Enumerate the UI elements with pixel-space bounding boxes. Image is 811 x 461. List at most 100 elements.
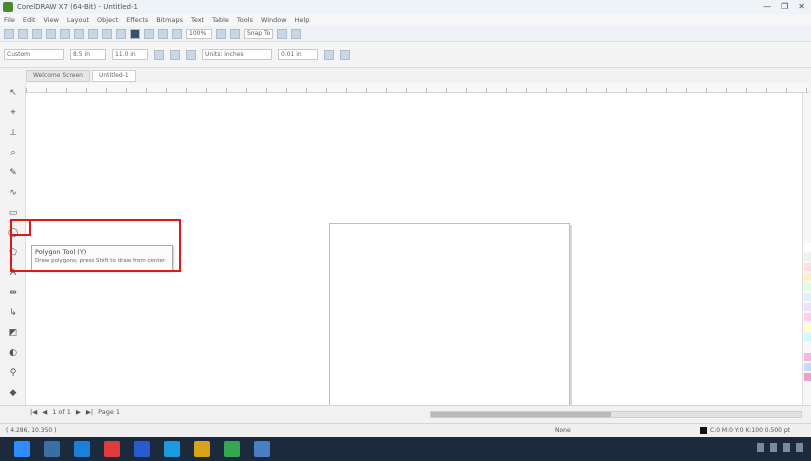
treat-as-filled-icon[interactable] [340,49,350,60]
document-tabs: Welcome Screen Untitled-1 [26,70,136,82]
menu-window[interactable]: Window [261,16,287,24]
rulers-icon[interactable] [230,28,240,39]
color-swatch[interactable] [804,253,811,261]
options-icon[interactable] [277,28,288,39]
color-swatch[interactable] [804,273,811,281]
freehand-tool-icon[interactable]: ✎ [7,167,19,179]
nudge-distance-field[interactable]: 0.01 in [278,49,318,60]
save-icon[interactable] [32,28,42,39]
crop-tool-icon[interactable]: ⟂ [7,127,19,139]
portrait-icon[interactable] [154,49,164,60]
menu-bar: File Edit View Layout Object Effects Bit… [0,14,811,26]
menu-table[interactable]: Table [212,16,229,24]
menu-tools[interactable]: Tools [237,16,253,24]
connector-tool-icon[interactable]: ↳ [7,307,19,319]
new-document-icon[interactable] [4,28,14,39]
page-tab[interactable]: Page 1 [98,408,120,416]
units-select[interactable]: Units: inches [202,49,272,60]
eyedropper-tool-icon[interactable]: ⚲ [7,367,19,379]
horizontal-ruler[interactable] [26,83,809,93]
interactive-fill-tool-icon[interactable]: ◆ [7,387,19,399]
all-pages-icon[interactable] [186,49,196,60]
snap-to-select[interactable]: Snap To [244,28,274,39]
menu-object[interactable]: Object [97,16,118,24]
tab-welcome-screen[interactable]: Welcome Screen [26,70,90,82]
paste-icon[interactable] [88,28,98,39]
menu-layout[interactable]: Layout [67,16,89,24]
zoom-tool-icon[interactable]: ⌕ [7,147,19,159]
parallel-dimension-tool-icon[interactable]: ⇹ [7,287,19,299]
export-icon[interactable] [158,28,168,39]
prev-page-button[interactable]: ◀ [42,408,47,416]
full-screen-icon[interactable] [216,28,226,39]
first-page-button[interactable]: |◀ [30,408,37,416]
launch-icon[interactable] [291,28,302,39]
menu-file[interactable]: File [4,16,15,24]
color-swatch[interactable] [804,363,811,371]
cut-icon[interactable] [60,28,70,39]
menu-text[interactable]: Text [191,16,204,24]
system-tray [757,443,803,452]
page-height-field[interactable]: 11.0 in [112,49,148,60]
scrollbar-thumb[interactable] [431,412,611,417]
volume-icon[interactable] [783,443,790,452]
start-icon[interactable] [14,441,30,457]
open-icon[interactable] [18,28,28,39]
ellipse-tool-icon[interactable]: ◯ [7,227,19,239]
color-swatch[interactable] [804,323,811,331]
horizontal-scrollbar[interactable] [430,411,802,418]
network-icon[interactable] [770,443,777,452]
color-swatch[interactable] [804,353,811,361]
tab-untitled-1[interactable]: Untitled-1 [91,70,136,82]
menu-effects[interactable]: Effects [126,16,148,24]
duplicate-distance-icon[interactable] [324,49,334,60]
polygon-tool-icon[interactable]: ⬠ [7,247,19,259]
drop-shadow-tool-icon[interactable]: ◩ [7,327,19,339]
color-swatch[interactable] [804,373,811,381]
color-swatch[interactable] [804,313,811,321]
tray-icon[interactable] [757,443,764,452]
app-icon-blue[interactable] [254,441,270,457]
import-icon[interactable] [144,28,154,39]
search-content-icon[interactable] [130,28,140,39]
last-page-button[interactable]: ▶| [86,408,93,416]
app-icon-red[interactable] [104,441,120,457]
zoom-level-select[interactable]: 100% [186,28,212,39]
browser-icon[interactable] [164,441,180,457]
battery-icon[interactable] [796,443,803,452]
color-swatch[interactable] [804,293,811,301]
color-swatch[interactable] [804,263,811,271]
page-width-field[interactable]: 8.5 in [70,49,106,60]
close-button[interactable]: ✕ [798,2,805,11]
coreldraw-taskbar-icon[interactable] [224,441,240,457]
color-swatch[interactable] [804,343,811,351]
minimize-button[interactable]: — [763,2,771,11]
menu-help[interactable]: Help [295,16,310,24]
landscape-icon[interactable] [170,49,180,60]
color-swatch[interactable] [804,333,811,341]
mail-icon[interactable] [134,441,150,457]
restore-button[interactable]: ❐ [781,2,788,11]
text-tool-icon[interactable]: A [7,267,19,279]
copy-icon[interactable] [74,28,84,39]
color-swatch[interactable] [804,303,811,311]
file-explorer-icon[interactable] [194,441,210,457]
menu-view[interactable]: View [43,16,58,24]
color-swatch[interactable] [804,283,811,291]
menu-bitmaps[interactable]: Bitmaps [156,16,183,24]
transparency-tool-icon[interactable]: ◐ [7,347,19,359]
print-icon[interactable] [46,28,56,39]
edge-icon[interactable] [74,441,90,457]
pick-tool-icon[interactable]: ↖ [7,87,19,99]
undo-icon[interactable] [102,28,112,39]
next-page-button[interactable]: ▶ [76,408,81,416]
menu-edit[interactable]: Edit [23,16,36,24]
publish-pdf-icon[interactable] [172,28,182,39]
shape-tool-icon[interactable]: ⌖ [7,107,19,119]
task-view-icon[interactable] [44,441,60,457]
color-swatch[interactable] [804,243,811,251]
artistic-media-tool-icon[interactable]: ∿ [7,187,19,199]
page-size-select[interactable]: Custom [4,49,64,60]
rectangle-tool-icon[interactable]: ▭ [7,207,19,219]
redo-icon[interactable] [116,28,126,39]
